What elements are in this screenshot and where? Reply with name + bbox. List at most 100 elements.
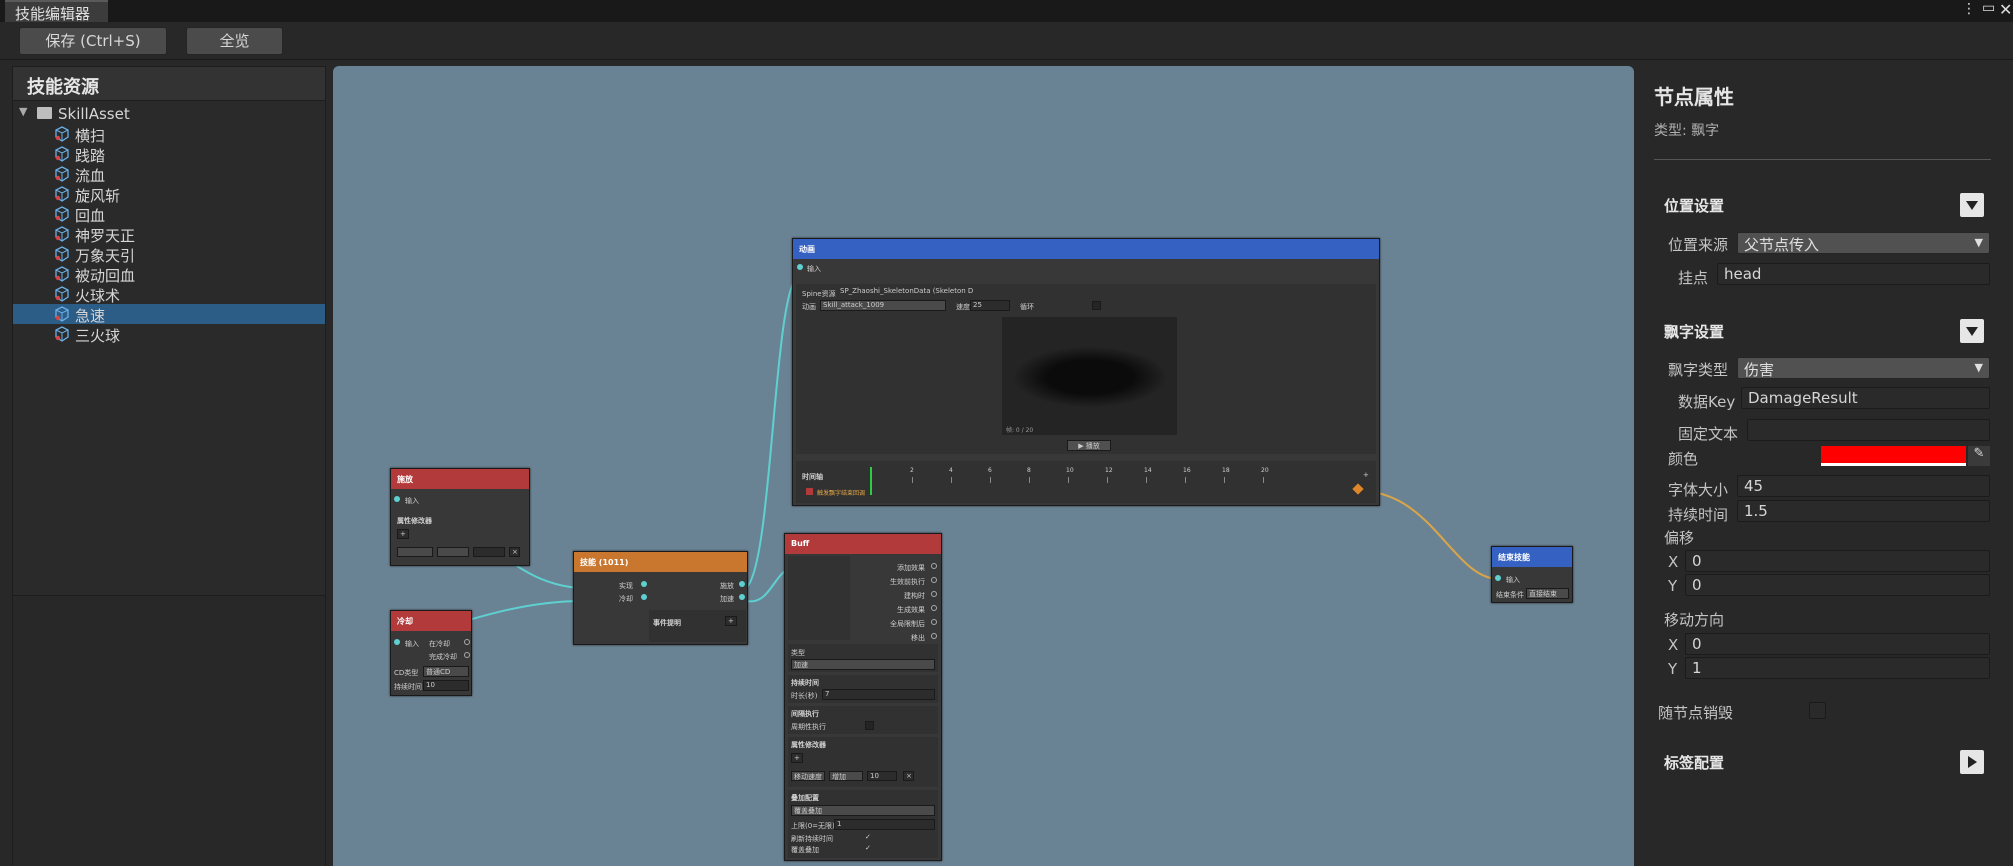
output-port[interactable] [464,652,470,658]
offset-y-field[interactable]: 0 [1685,574,1990,596]
color-swatch[interactable] [1821,446,1966,466]
add-modifier-button[interactable]: + [397,529,409,539]
add-modifier-button[interactable]: + [791,753,803,763]
in-label-1: 实现 [619,582,633,590]
node-animation[interactable]: 动画 输入 Spine资源 SP_Zhaoshi_SkeletonData (S… [792,238,1380,506]
input-port[interactable] [797,264,803,270]
type-section: 类型 加速 [788,644,938,672]
maximize-icon[interactable]: ▭ [1982,0,1995,16]
skill-asset-icon [54,126,70,142]
track-remove-icon[interactable] [806,488,813,495]
event-add-button[interactable]: + [725,616,737,626]
anim-dropdown[interactable]: Skill_attack_1009 [820,300,946,311]
input-port[interactable] [394,496,400,502]
interval-section-label: 间隔执行 [791,710,819,718]
stack-max-field[interactable]: 1 [834,819,935,830]
window-tab[interactable]: 技能编辑器 [5,0,108,23]
timeline-ruler[interactable]: 2 4 6 8 10 12 14 16 18 20 [870,467,1360,495]
node-graph-canvas[interactable]: 动画 输入 Spine资源 SP_Zhaoshi_SkeletonData (S… [333,66,1634,866]
spine-field[interactable]: SP_Zhaoshi_SkeletonData (Skeleton D [838,287,988,298]
timeline-tick [951,477,952,483]
more-menu-icon[interactable]: ⋮ [1962,1,1976,17]
remove-modifier-button[interactable]: × [509,547,520,557]
overview-button[interactable]: 全览 [186,27,283,55]
offset-x-field[interactable]: 0 [1685,550,1990,572]
data-key-field[interactable]: DamageResult [1741,387,1990,409]
interval-checkbox[interactable] [865,721,874,730]
output-port[interactable] [464,639,470,645]
cd-time-field[interactable]: 10 [423,680,469,691]
stack-dropdown[interactable]: 覆盖叠加 [791,805,935,816]
node-skill[interactable]: 技能 (1011) 实现 冷却 施放 加速 事件提明 + [573,551,748,645]
modifier-op-dropdown[interactable]: 增加 [829,771,863,781]
timeline-add-icon[interactable]: + [1363,471,1369,479]
stack-section: 叠加配置 覆盖叠加 上限(0=无限) 1 刷新持续时间 ✓ 覆盖叠加 ✓ [788,790,938,858]
move-y-field[interactable]: 1 [1685,657,1990,679]
output-port[interactable] [931,605,937,611]
tree-root[interactable]: ▼ SkillAsset [13,104,325,124]
output-port[interactable] [739,581,745,587]
input-port[interactable] [641,581,647,587]
tree-item[interactable]: 火球术 [13,284,325,305]
tree-item[interactable]: 三火球 [13,324,325,345]
tree-item[interactable]: 神罗天正 [13,224,325,245]
float-type-dropdown[interactable]: 伤害 ▼ [1737,357,1990,379]
destroy-with-node-checkbox[interactable] [1809,702,1826,719]
output-port[interactable] [931,591,937,597]
node-end-skill[interactable]: 结束技能 输入 结束条件 直接结束 [1491,546,1573,603]
cd-type-dropdown[interactable]: 普通CD [423,666,469,677]
float-collapse-button[interactable] [1960,319,1984,343]
position-collapse-button[interactable] [1960,193,1984,217]
node-release[interactable]: 施放 输入 属性修改器 + × [390,468,530,566]
output-port[interactable] [931,633,937,639]
font-size-field[interactable]: 45 [1737,475,1990,497]
color-label: 颜色 [1668,450,1699,468]
node-cooldown[interactable]: 冷却 输入 在冷却 完成冷却 CD类型 普通CD 持续时间 10 [390,610,472,696]
modifier-value-field[interactable] [473,547,505,557]
tree-item[interactable]: 回血 [13,204,325,225]
loop-checkbox[interactable] [1092,301,1101,310]
close-icon[interactable]: ✕ [1999,0,2012,19]
skill-asset-icon [54,186,70,202]
modifier-value-field[interactable]: 10 [867,771,897,781]
tag-expand-button[interactable] [1960,750,1984,774]
speed-field[interactable]: 25 [970,300,1010,311]
input-port[interactable] [641,594,647,600]
output-port[interactable] [931,563,937,569]
output-port[interactable] [931,577,937,583]
pos-source-dropdown[interactable]: 父节点传入 ▼ [1737,232,1990,254]
replace-check[interactable]: ✓ [865,844,871,852]
tree-item-label: 火球术 [75,287,121,305]
duration-field[interactable]: 1.5 [1737,500,1990,522]
expand-arrow-icon[interactable]: ▼ [19,105,27,118]
duration-field[interactable]: 7 [822,689,935,700]
modifier-attr-dropdown[interactable] [397,547,433,557]
tree-item[interactable]: 横扫 [13,124,325,145]
fixed-text-field[interactable] [1747,419,1990,441]
remove-modifier-button[interactable]: × [903,771,914,781]
tree-item[interactable]: 旋风斩 [13,184,325,205]
input-port[interactable] [394,639,400,645]
end-mode-dropdown[interactable]: 直接结束 [1526,588,1569,599]
playhead[interactable] [870,467,872,495]
tree-item[interactable]: 急速 [13,304,325,325]
reset-duration-check[interactable]: ✓ [865,833,871,841]
play-button[interactable]: ▶ 播放 [1067,440,1111,451]
skill-asset-icon [54,246,70,262]
tree-item[interactable]: 万象天引 [13,244,325,265]
output-port[interactable] [739,594,745,600]
tree-item[interactable]: 践踏 [13,144,325,165]
modifier-attr-dropdown[interactable]: 移动速度 [791,771,825,781]
save-button[interactable]: 保存 (Ctrl+S) [19,27,167,55]
mount-field[interactable]: head [1717,263,1990,285]
eyedropper-icon[interactable]: ✎ [1968,446,1990,466]
type-dropdown[interactable]: 加速 [791,659,935,670]
move-x-field[interactable]: 0 [1685,633,1990,655]
input-port[interactable] [1495,575,1501,581]
output-port[interactable] [931,619,937,625]
node-buff[interactable]: Buff 输入 添加效果生效前执行建构时生成效果全局限制后移出 类型 加速 持续… [784,533,942,861]
position-section-title: 位置设置 [1664,197,1725,215]
tree-item[interactable]: 被动回血 [13,264,325,285]
tree-item[interactable]: 流血 [13,164,325,185]
modifier-op-dropdown[interactable] [437,547,469,557]
